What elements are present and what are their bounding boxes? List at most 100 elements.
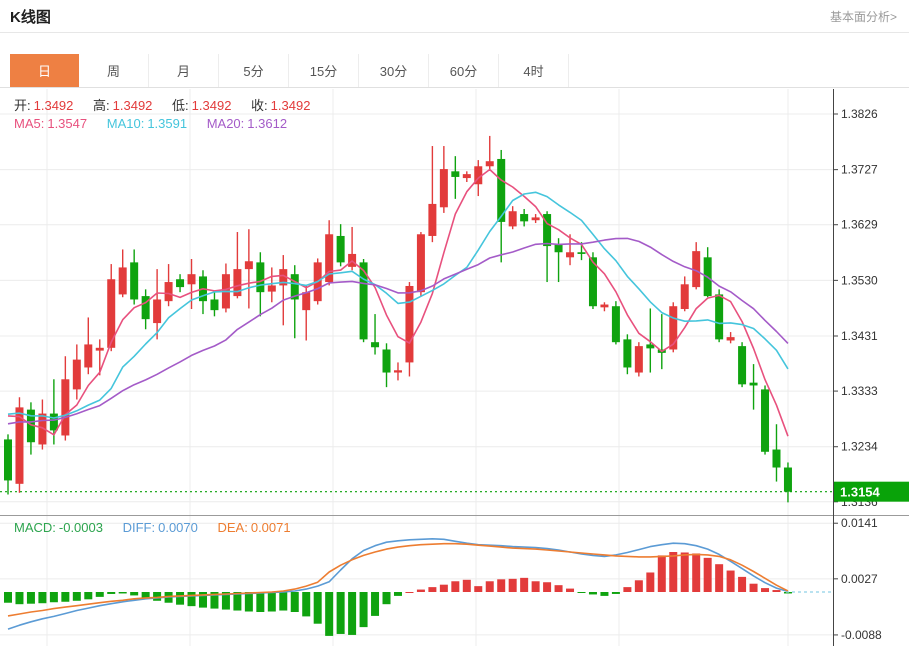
macd-bar-negative xyxy=(268,592,276,612)
axis-tick-label: 0.0027 xyxy=(841,572,878,586)
candle-down xyxy=(130,262,138,299)
tab-30分[interactable]: 30分 xyxy=(359,54,429,87)
candle-down xyxy=(578,252,586,254)
current-price-tag-label: 1.3154 xyxy=(840,485,881,500)
macd-bar-positive xyxy=(738,577,746,592)
macd-bar-positive xyxy=(532,581,540,592)
candle-up xyxy=(428,204,436,236)
axis-tick-label: 1.3234 xyxy=(841,440,878,454)
macd-bar-negative xyxy=(84,592,92,599)
macd-bar-negative xyxy=(314,592,322,624)
macd-bar-positive xyxy=(727,571,735,592)
macd-bar-positive xyxy=(405,592,413,593)
macd-bar-positive xyxy=(761,588,769,592)
candle-up xyxy=(165,282,173,301)
macd-bar-positive xyxy=(715,564,723,592)
macd-bar-positive xyxy=(658,555,666,592)
macd-bar-negative xyxy=(256,592,264,612)
candle-down xyxy=(738,346,746,384)
macd-bar-negative xyxy=(394,592,402,596)
macd-bar-positive xyxy=(692,553,700,592)
candle-up xyxy=(245,261,253,269)
candle-up xyxy=(84,344,92,367)
macd-bar-positive xyxy=(543,582,551,592)
candle-down xyxy=(612,306,620,342)
candle-up xyxy=(681,284,689,309)
tab-月[interactable]: 月 xyxy=(149,54,219,87)
macd-bar-negative xyxy=(107,592,115,594)
macd-bar-positive xyxy=(750,584,758,592)
candle-up xyxy=(268,285,276,291)
tab-60分[interactable]: 60分 xyxy=(429,54,499,87)
macd-bar-negative xyxy=(578,592,586,593)
candle-up xyxy=(463,174,471,178)
candle-down xyxy=(715,294,723,339)
tab-4时[interactable]: 4时 xyxy=(499,54,569,87)
candle-up xyxy=(727,337,735,340)
candle-down xyxy=(772,450,780,468)
axis-tick-label: 0.0141 xyxy=(841,516,878,530)
macd-bar-positive xyxy=(772,590,780,592)
macd-bar-positive xyxy=(474,586,482,592)
candle-up xyxy=(153,299,161,323)
candle-down xyxy=(371,342,379,347)
macd-bar-positive xyxy=(451,581,459,592)
candle-down xyxy=(555,244,563,252)
macd-bar-negative xyxy=(130,592,138,595)
tab-周[interactable]: 周 xyxy=(79,54,149,87)
macd-bar-negative xyxy=(119,592,127,593)
kline-chart-canvas[interactable]: 1.38261.37271.36291.35301.34311.33331.32… xyxy=(0,88,909,646)
macd-bar-negative xyxy=(27,592,35,604)
axis-tick-label: 1.3826 xyxy=(841,107,878,121)
candle-up xyxy=(61,379,69,435)
macd-bar-positive xyxy=(509,579,517,592)
macd-bar-negative xyxy=(38,592,46,603)
macd-bar-positive xyxy=(486,581,494,592)
tab-5分[interactable]: 5分 xyxy=(219,54,289,87)
ma10-line xyxy=(8,192,788,418)
candle-up xyxy=(96,348,104,351)
timeframe-tab-bar: 日周月5分15分30分60分4时 xyxy=(0,54,909,88)
candle-down xyxy=(4,439,12,480)
macd-bar-positive xyxy=(646,572,654,592)
axis-tick-label: 1.3629 xyxy=(841,218,878,232)
candle-up xyxy=(600,305,608,308)
tab-日[interactable]: 日 xyxy=(10,54,79,87)
candle-down xyxy=(520,214,528,221)
macd-bar-positive xyxy=(463,580,471,592)
page-title: K线图 xyxy=(10,6,51,27)
kline-page: { "header": { "title": "K线图", "link": "基… xyxy=(0,0,909,647)
candle-up xyxy=(394,370,402,372)
macd-bar-positive xyxy=(623,587,631,592)
fundamental-analysis-link[interactable]: 基本面分析> xyxy=(830,8,897,25)
candle-down xyxy=(210,299,218,310)
candle-up xyxy=(417,234,425,292)
macd-bar-negative xyxy=(245,592,253,612)
candle-up xyxy=(440,169,448,207)
macd-bar-negative xyxy=(612,592,620,594)
axis-tick-label: 1.3333 xyxy=(841,384,878,398)
candle-down xyxy=(256,262,264,292)
page-header: K线图 基本面分析> xyxy=(0,0,909,33)
macd-bar-negative xyxy=(383,592,391,604)
candle-down xyxy=(50,414,58,431)
candle-down xyxy=(761,389,769,451)
macd-bar-positive xyxy=(440,585,448,592)
macd-bar-negative xyxy=(73,592,81,601)
tab-15分[interactable]: 15分 xyxy=(289,54,359,87)
candle-down xyxy=(623,339,631,367)
macd-bar-positive xyxy=(497,579,505,592)
macd-bar-negative xyxy=(337,592,345,634)
axis-tick-label: 1.3530 xyxy=(841,273,878,287)
macd-bar-negative xyxy=(291,592,299,612)
macd-bar-positive xyxy=(635,580,643,592)
macd-bar-positive xyxy=(681,552,689,592)
chart-area: 1.38261.37271.36291.35301.34311.33331.32… xyxy=(0,88,909,646)
candle-up xyxy=(532,217,540,220)
macd-bar-positive xyxy=(704,558,712,592)
candle-up xyxy=(405,286,413,362)
macd-bar-positive xyxy=(520,578,528,592)
macd-bar-negative xyxy=(4,592,12,603)
candle-up xyxy=(486,161,494,166)
current-price-tag: 1.3154 xyxy=(834,482,909,502)
